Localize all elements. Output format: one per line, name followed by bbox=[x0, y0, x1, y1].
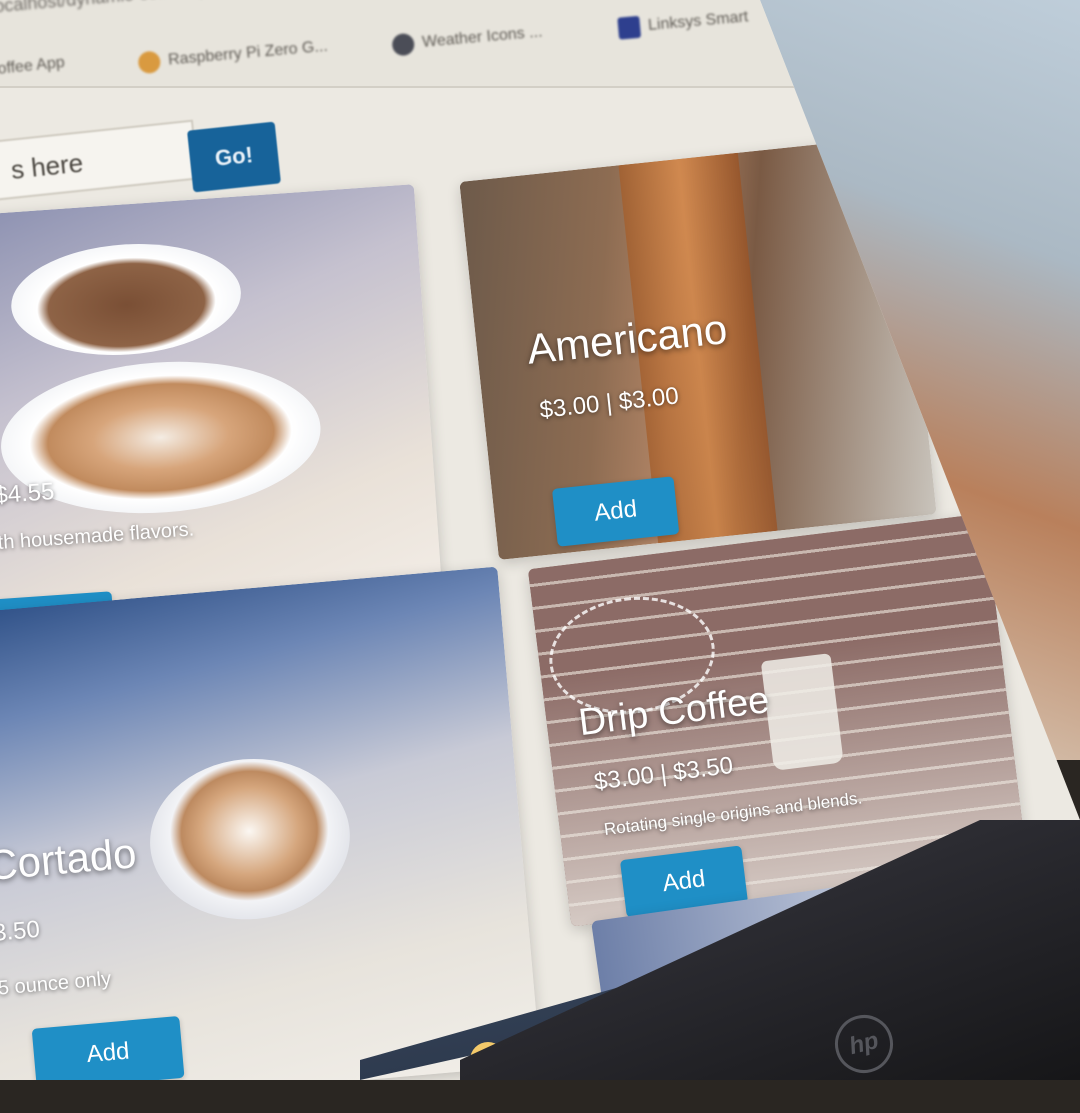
bookmark-label: Raspberry Pi Zero G... bbox=[167, 37, 329, 69]
card-price: 3.50 bbox=[0, 915, 41, 947]
search-input[interactable]: s here bbox=[0, 119, 200, 202]
bookmark-weather-icons[interactable]: Weather Icons ... bbox=[391, 21, 544, 57]
raspberry-icon bbox=[137, 50, 162, 75]
add-button[interactable]: Add bbox=[31, 1015, 185, 1080]
bookmark-raspberry-pi[interactable]: Raspberry Pi Zero G... bbox=[137, 36, 329, 75]
bookmark-linksys[interactable]: Linksys Smart bbox=[617, 6, 749, 40]
linksys-icon bbox=[617, 15, 642, 40]
url-bar[interactable]: localhost/dynamic-coffee/query bbox=[0, 0, 238, 18]
go-button[interactable]: Go! bbox=[187, 121, 281, 193]
card-price: $4.55 bbox=[0, 478, 56, 510]
menu-card-cortado: Cortado 3.50 5 ounce only Add bbox=[0, 566, 541, 1080]
bookmark-label: Coffee App bbox=[0, 53, 66, 80]
weather-icon bbox=[391, 32, 416, 57]
coffee-cup-image bbox=[760, 653, 844, 771]
bookmark-label: Linksys Smart bbox=[647, 8, 749, 35]
bookmark-coffee-app[interactable]: Coffee App bbox=[0, 54, 66, 80]
bookmark-label: Weather Icons ... bbox=[421, 23, 544, 51]
bookmarks-bar: localhost/dynamic-coffee/query Coffee Ap… bbox=[0, 0, 900, 88]
